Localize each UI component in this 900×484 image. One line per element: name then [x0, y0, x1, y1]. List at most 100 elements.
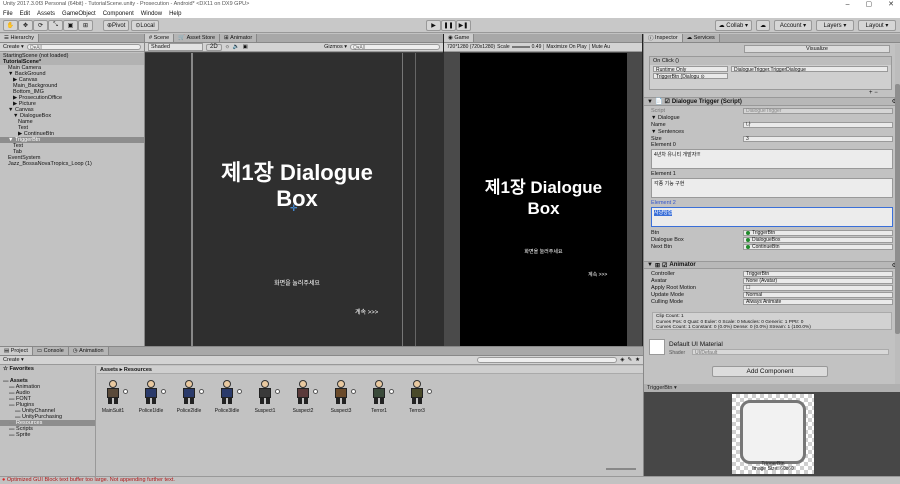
scene-tab[interactable]: # Scene [145, 34, 175, 42]
step-button[interactable]: ▶❚ [456, 20, 471, 31]
collab-button[interactable]: ☁ Collab ▾ [714, 20, 752, 31]
field-value[interactable]: None (Avatar) [743, 277, 893, 284]
project-folder-item[interactable]: ▬ Sprite [0, 432, 95, 438]
field-value[interactable]: Always Animate [743, 298, 893, 305]
function-dropdown[interactable]: DialogueTrigger.TriggerDialogue [731, 66, 888, 73]
favorite-star-icon[interactable]: ★ [635, 357, 640, 363]
resolution-dropdown[interactable]: 720*1280 (720x1280) [447, 44, 495, 50]
field-value[interactable]: 나 [743, 121, 893, 128]
scale-tool-icon[interactable]: ⤡ [48, 20, 63, 31]
asset-item[interactable]: Police1Idle [138, 379, 166, 414]
scene-continue-text[interactable]: 계속 >>> [355, 307, 378, 316]
animator-enabled-checkbox[interactable]: ☑ [662, 262, 667, 269]
maximize-on-play-toggle[interactable]: Maximize On Play [543, 44, 587, 50]
foldout-arrow-icon[interactable]: ▼ [647, 99, 653, 105]
field-value[interactable]: 3 [743, 135, 893, 142]
rect-tool-icon[interactable]: ▣ [63, 20, 78, 31]
lighting-icon[interactable]: ☼ [225, 44, 230, 50]
sentence-textarea[interactable]: 사냥당함 [651, 207, 893, 227]
game-continue-text[interactable]: 계속 >>> [588, 271, 607, 278]
foldout-arrow-icon[interactable]: ▼ [647, 262, 653, 268]
target-object-field[interactable]: TriggerBtn (Dialogu ⊙ [653, 73, 728, 80]
maximize-button[interactable]: ▢ [866, 0, 873, 8]
gizmos-dropdown[interactable]: Gizmos ▾ [324, 44, 347, 50]
console-tab[interactable]: ▭ Console [32, 347, 69, 355]
rotate-tool-icon[interactable]: ⟳ [33, 20, 48, 31]
asset-store-tab[interactable]: 🛒 Asset Store [174, 34, 221, 42]
sentence-textarea[interactable]: 각종 기능 구현 [651, 178, 893, 198]
game-viewport[interactable]: 제1장 Dialogue Box 화면을 눌러주세요 계속 >>> [460, 53, 627, 346]
menu-window[interactable]: Window [141, 11, 162, 17]
pause-button[interactable]: ❚❚ [441, 20, 456, 31]
layers-dropdown[interactable]: Layers ▾ [816, 20, 854, 31]
inspector-tab[interactable]: ⓘ Inspector [644, 34, 683, 42]
shader-dropdown[interactable]: UI/Default [692, 349, 889, 356]
field-value[interactable]: DialogueBox [743, 236, 893, 243]
field-value[interactable]: Normal [743, 291, 893, 298]
animation-tab[interactable]: ◷ Animation [68, 347, 109, 355]
project-create-button[interactable]: Create ▾ [3, 357, 24, 363]
hierarchy-item[interactable]: Jazz_BossaNovaTropics_Loop (1) [0, 161, 144, 167]
field-value[interactable]: DialogueTrigger [743, 107, 893, 114]
hand-tool-icon[interactable]: ✋ [3, 20, 18, 31]
mute-audio-toggle[interactable]: Mute Au [588, 44, 610, 50]
asset-item[interactable]: Suspect1 [252, 379, 280, 414]
2d-toggle[interactable]: 2D [206, 43, 222, 51]
effects-icon[interactable]: ▣ [243, 44, 248, 50]
favorites-item[interactable]: ☆ Favorites [0, 366, 95, 372]
pivot-toggle[interactable]: ⊕ Pivot [103, 20, 130, 31]
close-button[interactable]: ✕ [888, 0, 894, 8]
menu-component[interactable]: Component [103, 11, 134, 17]
visualize-button[interactable]: Visualize [744, 45, 890, 53]
shading-mode-dropdown[interactable]: Shaded [148, 43, 203, 51]
component-enabled-checkbox[interactable]: ☑ [664, 98, 669, 105]
preview-header[interactable]: TriggerBtn ▾ [644, 384, 900, 392]
scale-slider[interactable] [511, 46, 530, 48]
menu-assets[interactable]: Assets [37, 11, 55, 17]
menu-help[interactable]: Help [169, 11, 181, 17]
scene-viewport[interactable]: 제1장 Dialogue Box ✛ 화면을 눌러주세요 계속 >>> [145, 53, 444, 346]
hierarchy-search-input[interactable]: Q▾All [26, 44, 141, 51]
rect-transform-gizmo-icon[interactable]: ✛ [290, 203, 298, 214]
thumbnail-size-slider[interactable] [606, 468, 636, 470]
hierarchy-tab[interactable]: ☰ Hierarchy [0, 34, 40, 42]
services-tab[interactable]: ☁ Services [682, 34, 720, 42]
asset-item[interactable]: Terror1 [366, 379, 394, 414]
project-search-input[interactable] [477, 357, 618, 363]
animator-tab[interactable]: ⊞ Animator [220, 34, 258, 42]
asset-item[interactable]: Police3Idle [214, 379, 242, 414]
asset-item[interactable]: Police2Idle [176, 379, 204, 414]
hierarchy-create-button[interactable]: Create ▾ [3, 44, 24, 50]
local-toggle[interactable]: ⊙ Local [131, 20, 159, 31]
field-value[interactable]: ContinueBtn [743, 243, 893, 250]
sentence-textarea[interactable]: 4년차 유니티 개발자!!! [651, 149, 893, 169]
field-value[interactable]: TriggerBtn [743, 229, 893, 236]
project-tab[interactable]: ▤ Project [0, 347, 33, 355]
minimize-button[interactable]: – [846, 1, 850, 8]
play-button[interactable]: ▶ [426, 20, 441, 31]
asset-item[interactable]: Suspect2 [290, 379, 318, 414]
account-dropdown[interactable]: Account ▾ [774, 20, 812, 31]
game-prompt-text[interactable]: 화면을 눌러주세요 [460, 248, 627, 255]
move-tool-icon[interactable]: ✥ [18, 20, 33, 31]
runtime-dropdown[interactable]: Runtime Only [653, 66, 728, 73]
menu-edit[interactable]: Edit [20, 11, 30, 17]
menu-file[interactable]: File [3, 11, 13, 17]
scene-prompt-text[interactable]: 화면을 눌러주세요 [191, 278, 403, 287]
asset-item[interactable]: MainSuit1 [100, 379, 128, 414]
cloud-icon[interactable]: ☁ [756, 20, 770, 31]
project-breadcrumb[interactable]: Assets ▸ Resources [97, 366, 643, 374]
transform-tool-icon[interactable]: ⊞ [78, 20, 93, 31]
asset-item[interactable]: Suspect3 [328, 379, 356, 414]
field-value[interactable]: TriggerBtn [743, 270, 893, 277]
asset-item[interactable]: Terror3 [404, 379, 432, 414]
add-listener-button[interactable]: + [869, 90, 873, 96]
animator-header[interactable]: ▼ ⊞ ☑ Animator ⚙ [644, 261, 900, 269]
filter-label-icon[interactable]: ✎ [627, 357, 632, 363]
scene-search-input[interactable]: Q▾All [350, 44, 440, 51]
layout-dropdown[interactable]: Layout ▾ [858, 20, 896, 31]
status-error-message[interactable]: Optimized GUI Block text buffer too larg… [7, 477, 175, 483]
add-component-button[interactable]: Add Component [712, 366, 828, 377]
remove-listener-button[interactable]: − [874, 90, 878, 96]
menu-gameobject[interactable]: GameObject [62, 11, 96, 17]
